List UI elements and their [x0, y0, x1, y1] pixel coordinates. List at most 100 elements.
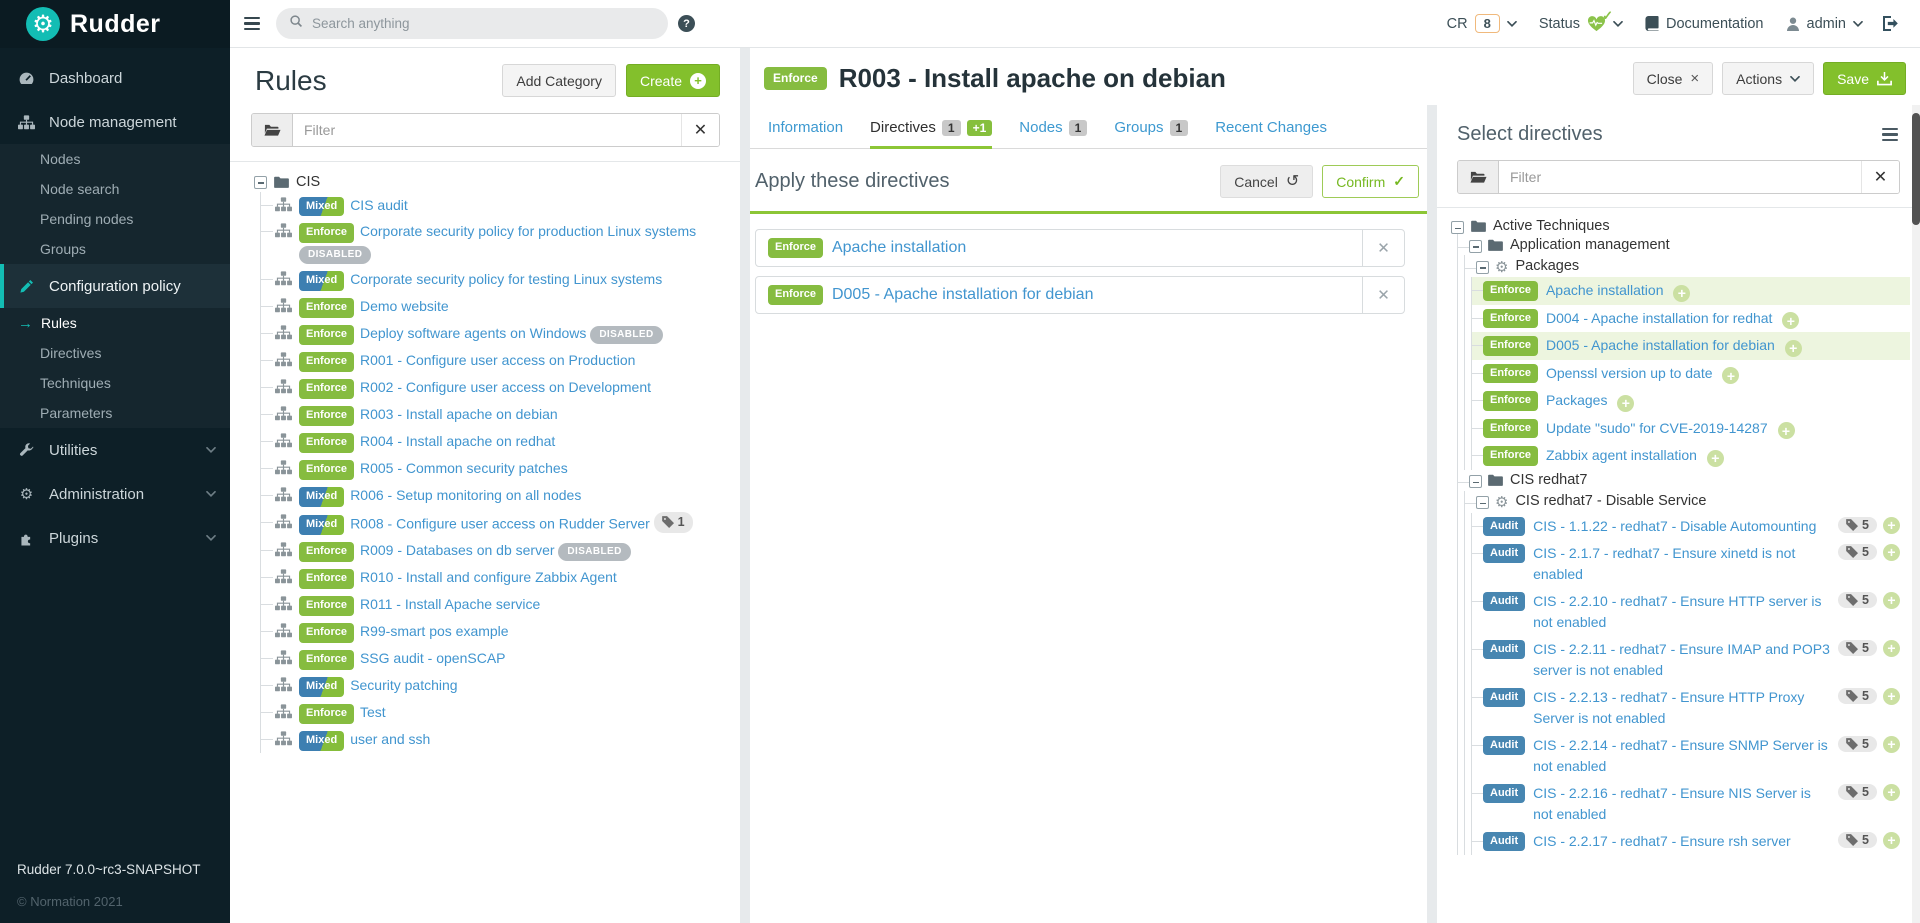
- rule-link[interactable]: R010 - Install and configure Zabbix Agen…: [360, 569, 617, 585]
- rule-row[interactable]: EnforceR002 - Configure user access on D…: [261, 375, 724, 402]
- sidebar-item-node-search[interactable]: Node search: [0, 174, 230, 204]
- sidebar-item-pending-nodes[interactable]: Pending nodes: [0, 204, 230, 234]
- add-directive-icon[interactable]: +: [1883, 736, 1900, 753]
- rule-link[interactable]: R001 - Configure user access on Producti…: [360, 352, 635, 368]
- directive-link[interactable]: CIS - 2.2.17 - redhat7 - Ensure rsh serv…: [1533, 833, 1791, 849]
- directive-row[interactable]: EnforcePackages +: [1472, 387, 1910, 415]
- panel-menu-icon[interactable]: [1882, 128, 1898, 141]
- rule-row[interactable]: EnforceCorporate security policy for pro…: [261, 219, 724, 267]
- directive-link[interactable]: Openssl version up to date: [1546, 365, 1713, 381]
- collapse-toggle-icon[interactable]: [1451, 221, 1464, 234]
- search-input[interactable]: [312, 16, 655, 31]
- save-button[interactable]: Save: [1823, 62, 1906, 95]
- directive-row[interactable]: EnforceD004 - Apache installation for re…: [1472, 305, 1910, 333]
- add-directive-icon[interactable]: +: [1617, 395, 1634, 412]
- scrollbar-thumb[interactable]: [1912, 113, 1920, 225]
- directive-link[interactable]: D005 - Apache installation for debian: [832, 286, 1094, 304]
- add-directive-icon[interactable]: +: [1883, 784, 1900, 801]
- directive-row[interactable]: AuditCIS - 2.2.13 - redhat7 - Ensure HTT…: [1472, 684, 1910, 732]
- rule-link[interactable]: R004 - Install apache on redhat: [360, 433, 555, 449]
- rule-link[interactable]: user and ssh: [350, 731, 430, 747]
- rule-row[interactable]: EnforceR99-smart pos example: [261, 618, 724, 645]
- add-directive-icon[interactable]: +: [1673, 285, 1690, 302]
- folder-filter-button[interactable]: [1458, 161, 1499, 193]
- directive-link[interactable]: CIS - 2.2.16 - redhat7 - Ensure NIS Serv…: [1533, 785, 1811, 822]
- rule-link[interactable]: Demo website: [360, 298, 449, 314]
- directive-link[interactable]: D004 - Apache installation for redhat: [1546, 310, 1772, 326]
- cancel-button[interactable]: Cancel↺: [1220, 165, 1313, 198]
- rule-link[interactable]: CIS audit: [350, 197, 408, 213]
- rule-row[interactable]: EnforceR011 - Install Apache service: [261, 592, 724, 619]
- rule-row[interactable]: EnforceSSG audit - openSCAP: [261, 645, 724, 672]
- rule-link[interactable]: R005 - Common security patches: [360, 460, 568, 476]
- rules-root-category[interactable]: CIS: [254, 174, 724, 190]
- rule-link[interactable]: Deploy software agents on Windows: [360, 325, 586, 341]
- rule-link[interactable]: SSG audit - openSCAP: [360, 650, 506, 666]
- sidebar-item-parameters[interactable]: Parameters: [0, 398, 230, 428]
- panel-resizer[interactable]: [1427, 105, 1437, 923]
- add-directive-icon[interactable]: +: [1778, 422, 1795, 439]
- directive-link[interactable]: Apache installation: [1546, 282, 1664, 298]
- category-row[interactable]: Application management: [1458, 234, 1910, 255]
- rule-row[interactable]: EnforceR010 - Install and configure Zabb…: [261, 565, 724, 592]
- directive-row[interactable]: AuditCIS - 2.2.17 - redhat7 - Ensure rsh…: [1472, 828, 1910, 855]
- actions-button[interactable]: Actions: [1722, 62, 1814, 95]
- rule-row[interactable]: MixedCIS audit: [261, 192, 724, 219]
- add-directive-icon[interactable]: +: [1785, 340, 1802, 357]
- sidebar-item-groups[interactable]: Groups: [0, 234, 230, 264]
- collapse-toggle-icon[interactable]: [254, 176, 267, 189]
- directive-link[interactable]: Zabbix agent installation: [1546, 447, 1697, 463]
- rule-link[interactable]: Security patching: [350, 677, 457, 693]
- rules-filter-input[interactable]: [293, 114, 681, 146]
- add-directive-icon[interactable]: +: [1722, 367, 1739, 384]
- collapse-toggle-icon[interactable]: [1469, 240, 1482, 253]
- collapse-toggle-icon[interactable]: [1469, 475, 1482, 488]
- scrollbar-track[interactable]: [1912, 105, 1920, 923]
- rule-row[interactable]: EnforceTest: [261, 699, 724, 726]
- clear-filter-icon[interactable]: ✕: [1861, 161, 1899, 193]
- directive-row[interactable]: EnforceD005 - Apache installation for de…: [1472, 332, 1910, 360]
- rule-row[interactable]: EnforceR009 - Databases on db server DIS…: [261, 538, 724, 565]
- rule-row[interactable]: EnforceR005 - Common security patches: [261, 455, 724, 482]
- rule-row[interactable]: EnforceDemo website: [261, 294, 724, 321]
- add-directive-icon[interactable]: +: [1883, 544, 1900, 561]
- rule-link[interactable]: Corporate security policy for production…: [360, 223, 696, 239]
- directive-row[interactable]: AuditCIS - 2.2.16 - redhat7 - Ensure NIS…: [1472, 780, 1910, 828]
- global-search[interactable]: [276, 8, 668, 39]
- tab-recent-changes[interactable]: Recent Changes: [1215, 119, 1327, 149]
- directive-row[interactable]: AuditCIS - 2.2.11 - redhat7 - Ensure IMA…: [1472, 636, 1910, 684]
- rule-row[interactable]: Mixeduser and ssh: [261, 726, 724, 753]
- add-directive-icon[interactable]: +: [1883, 517, 1900, 534]
- remove-directive-button[interactable]: ✕: [1362, 277, 1404, 313]
- help-icon[interactable]: ?: [678, 15, 695, 32]
- directive-row[interactable]: AuditCIS - 2.2.14 - redhat7 - Ensure SNM…: [1472, 732, 1910, 780]
- panel-resizer[interactable]: [740, 48, 750, 923]
- rule-row[interactable]: EnforceR004 - Install apache on redhat: [261, 429, 724, 456]
- add-directive-icon[interactable]: +: [1883, 592, 1900, 609]
- user-menu[interactable]: admin: [1780, 16, 1870, 32]
- tab-information[interactable]: Information: [768, 119, 843, 149]
- confirm-button[interactable]: Confirm✓: [1322, 165, 1419, 198]
- documentation-link[interactable]: Documentation: [1639, 16, 1770, 32]
- rule-link[interactable]: R006 - Setup monitoring on all nodes: [350, 487, 581, 503]
- category-row[interactable]: CIS redhat7: [1458, 470, 1910, 491]
- directive-link[interactable]: CIS - 1.1.22 - redhat7 - Disable Automou…: [1533, 518, 1816, 534]
- rule-row[interactable]: EnforceR001 - Configure user access on P…: [261, 348, 724, 375]
- directive-link[interactable]: CIS - 2.2.14 - redhat7 - Ensure SNMP Ser…: [1533, 737, 1828, 774]
- add-directive-icon[interactable]: +: [1883, 640, 1900, 657]
- directive-row[interactable]: EnforceUpdate "sudo" for CVE-2019-14287 …: [1472, 415, 1910, 443]
- sidebar-item-dashboard[interactable]: Dashboard: [0, 56, 230, 100]
- rule-link[interactable]: R003 - Install apache on debian: [360, 406, 558, 422]
- rule-row[interactable]: MixedR006 - Setup monitoring on all node…: [261, 482, 724, 509]
- directive-link[interactable]: Packages: [1546, 392, 1607, 408]
- add-directive-icon[interactable]: +: [1883, 688, 1900, 705]
- directive-row[interactable]: AuditCIS - 1.1.22 - redhat7 - Disable Au…: [1472, 513, 1910, 540]
- directive-link[interactable]: Apache installation: [832, 239, 966, 257]
- add-directive-icon[interactable]: +: [1883, 832, 1900, 849]
- change-requests-dropdown[interactable]: CR 8: [1441, 14, 1523, 33]
- tab-directives[interactable]: Directives1+1: [870, 119, 992, 149]
- remove-directive-button[interactable]: ✕: [1362, 230, 1404, 266]
- rule-row[interactable]: MixedSecurity patching: [261, 672, 724, 699]
- technique-row[interactable]: ⚙Packages: [1465, 255, 1910, 277]
- directive-row[interactable]: EnforceApache installation +: [1472, 277, 1910, 305]
